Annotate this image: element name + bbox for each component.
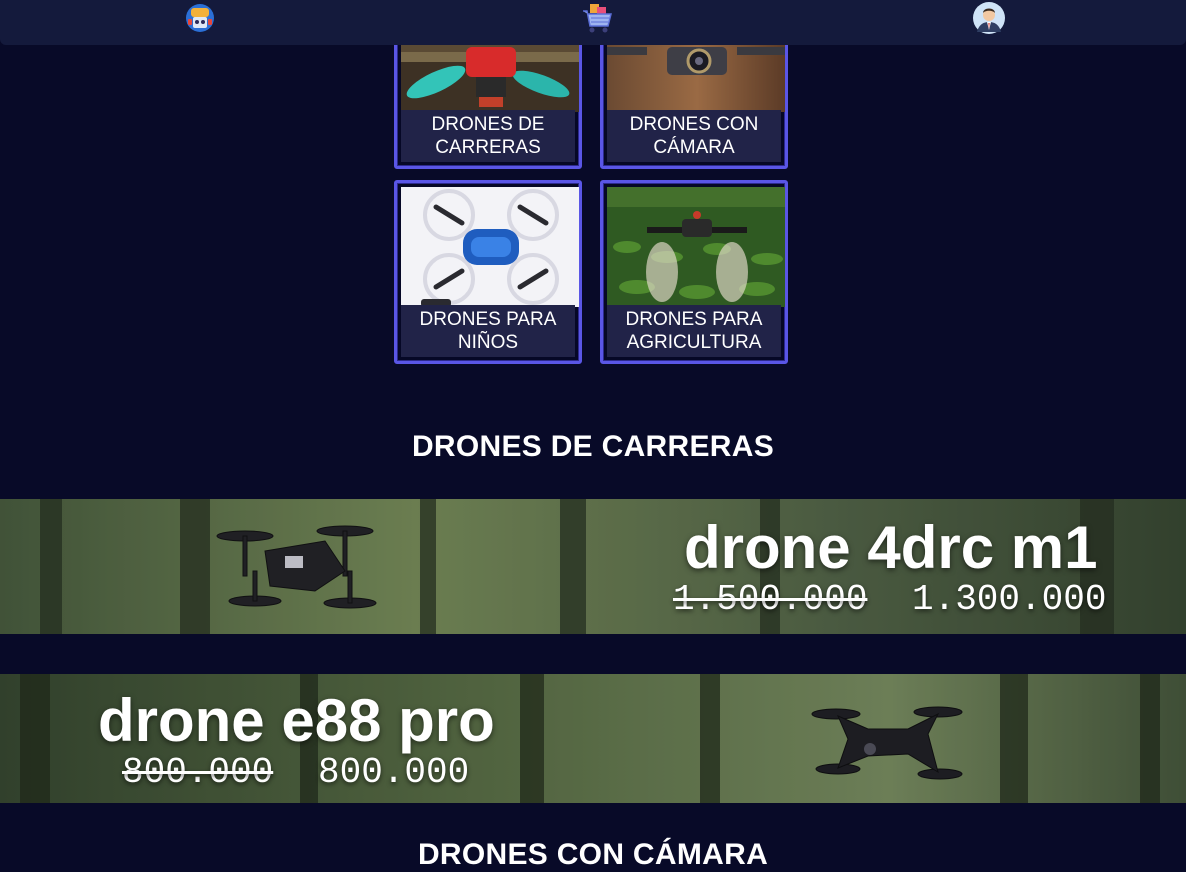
category-label: DRONES PARA AGRICULTURA [607, 305, 781, 357]
section-title: DRONES CON CÁMARA [417, 838, 769, 871]
user-avatar-icon[interactable] [972, 1, 1006, 35]
kids-drone-photo [401, 187, 579, 307]
shopping-cart-icon[interactable] [580, 1, 614, 35]
product-old-price: 800.000 [122, 752, 274, 793]
product-price: 1.300.000 [912, 579, 1107, 620]
robot-badge-icon[interactable] [183, 1, 217, 35]
category-label: DRONES PARA NIÑOS [401, 305, 575, 357]
agriculture-drone-photo [607, 187, 785, 307]
category-label: DRONES DE CARRERAS [401, 110, 575, 162]
category-card-agriculture[interactable]: DRONES PARA AGRICULTURA [600, 180, 788, 364]
product-banner[interactable]: drone e88 pro 800.000 800.000 [0, 674, 1186, 803]
drone-product-image [216, 525, 377, 609]
product-name: drone 4drc m1 [684, 514, 1098, 581]
product-price: 800.000 [318, 752, 470, 793]
product-name: drone e88 pro [98, 687, 495, 754]
drone-product-image [811, 706, 963, 780]
top-nav-bar [0, 0, 1186, 45]
category-card-kids[interactable]: DRONES PARA NIÑOS [394, 180, 582, 364]
category-label: DRONES CON CÁMARA [607, 110, 781, 162]
section-title: DRONES DE CARRERAS [411, 430, 775, 463]
product-banner[interactable]: drone 4drc m1 1.500.000 1.300.000 [0, 499, 1186, 634]
product-old-price: 1.500.000 [673, 579, 868, 620]
